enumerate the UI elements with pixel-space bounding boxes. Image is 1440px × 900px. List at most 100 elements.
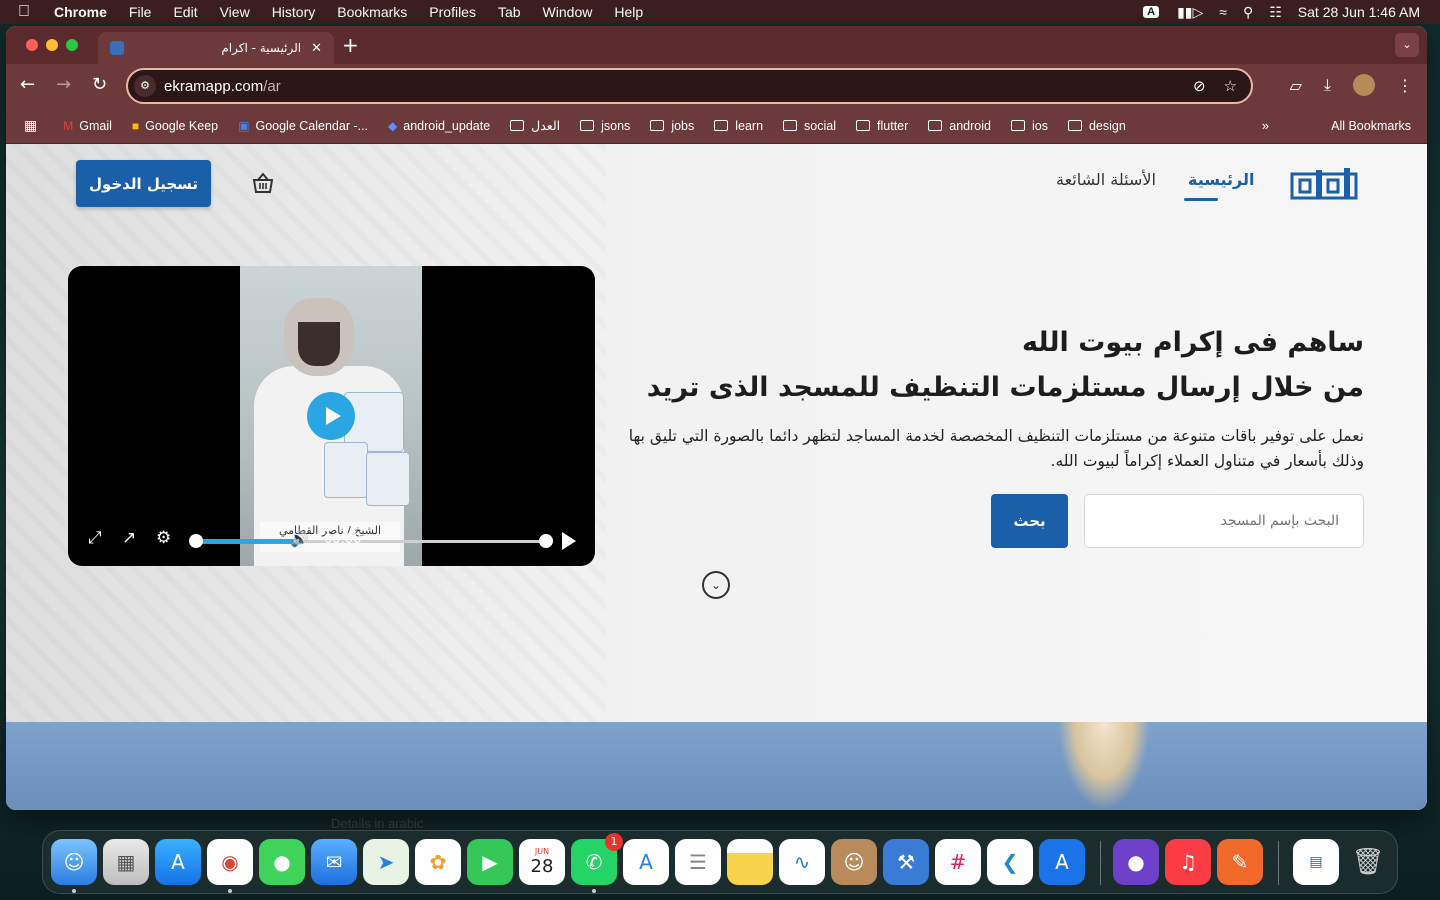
slack-icon[interactable]: # <box>935 839 981 885</box>
scroll-down-icon[interactable]: ⌄ <box>702 571 730 599</box>
minaret-image <box>1058 722 1150 810</box>
menu-profiles[interactable]: Profiles <box>429 4 476 20</box>
contacts-icon[interactable]: ☺ <box>831 839 877 885</box>
github-desktop-icon[interactable]: ● <box>1113 839 1159 885</box>
ekram-app-icon[interactable]: ▤ <box>1293 839 1339 885</box>
photos-icon[interactable]: ✿ <box>415 839 461 885</box>
video-play-overlay-button[interactable] <box>307 392 355 440</box>
menubar-clock[interactable]: Sat 28 Jun 1:46 AM <box>1298 4 1420 20</box>
tab-search-chevron-icon[interactable]: ⌄ <box>1395 33 1419 57</box>
video-player[interactable]: الشيخ / ناصر القطامي ⤢ ↗ ⚙ 🔊 00:00 <box>68 266 595 566</box>
vscode-icon[interactable]: ❮ <box>987 839 1033 885</box>
window-controls <box>26 39 86 51</box>
menu-history[interactable]: History <box>272 4 316 20</box>
simulator-icon[interactable]: A <box>1039 839 1085 885</box>
url-text[interactable]: ekramapp.com/ar <box>164 78 281 95</box>
open-external-icon[interactable]: ↗ <box>122 528 136 548</box>
all-bookmarks-button[interactable]: All Bookmarks <box>1331 119 1411 133</box>
wifi-icon[interactable]: ≈ <box>1219 4 1227 20</box>
close-window-button[interactable] <box>26 39 38 51</box>
volume-icon[interactable]: 🔊 <box>290 530 309 548</box>
control-center-icon[interactable]: ☷ <box>1269 4 1282 21</box>
bookmark-folder-jsons[interactable]: jsons <box>580 119 630 133</box>
fullscreen-icon[interactable]: ⤢ <box>88 528 102 548</box>
notes-icon[interactable] <box>727 839 773 885</box>
tab-close-icon[interactable]: ✕ <box>311 41 322 56</box>
back-arrow-icon[interactable]: ← <box>20 74 35 95</box>
folder-icon <box>650 120 665 131</box>
menu-bookmarks[interactable]: Bookmarks <box>337 4 407 20</box>
menu-file[interactable]: File <box>129 4 152 20</box>
apple-menu-icon[interactable]:  <box>18 3 36 21</box>
bookmark-folder-design[interactable]: design <box>1067 119 1126 133</box>
xcode-instruments-icon[interactable]: A <box>623 839 669 885</box>
login-button[interactable]: تسجيل الدخول <box>76 160 211 207</box>
menu-tab[interactable]: Tab <box>498 4 521 20</box>
freeform-icon[interactable]: ∿ <box>779 839 825 885</box>
maps-icon[interactable]: ➤ <box>363 839 409 885</box>
chrome-icon[interactable]: ◉ <box>207 839 253 885</box>
ekram-logo[interactable] <box>1290 166 1358 204</box>
chrome-menu-icon[interactable]: ⋮ <box>1397 76 1413 95</box>
facetime-icon[interactable]: ▶ <box>467 839 513 885</box>
whatsapp-icon[interactable]: ✆ 1 <box>571 833 623 885</box>
apps-grid-icon[interactable]: ▦ <box>24 117 37 134</box>
new-tab-plus-icon[interactable]: + <box>342 33 359 57</box>
nav-home-link[interactable]: الرئيسية <box>1188 170 1255 189</box>
menu-help[interactable]: Help <box>614 4 643 20</box>
site-info-icon[interactable]: ⚙ <box>134 75 156 97</box>
music-icon[interactable]: ♫ <box>1165 839 1211 885</box>
bookmark-google-calendar[interactable]: ▣ Google Calendar -... <box>238 119 368 133</box>
active-tab[interactable]: الرئيسية - اكرام ✕ <box>98 32 334 64</box>
calendar-icon: ▣ <box>238 118 250 133</box>
url-host: ekramapp.com <box>164 77 264 95</box>
menu-app-name[interactable]: Chrome <box>54 4 107 20</box>
play-icon[interactable] <box>562 532 576 550</box>
reload-icon[interactable]: ↻ <box>92 74 107 95</box>
bookmark-gmail[interactable]: M Gmail <box>63 119 112 133</box>
bookmark-folder-adl[interactable]: العدل <box>510 118 560 133</box>
battery-icon[interactable]: ▮▮▷ <box>1177 4 1203 21</box>
messages-icon[interactable]: ● <box>259 839 305 885</box>
eye-off-icon[interactable]: ⊘ <box>1193 77 1206 95</box>
forward-arrow-icon[interactable]: → <box>56 74 71 95</box>
bookmark-star-icon[interactable]: ☆ <box>1224 77 1237 95</box>
bookmark-folder-learn[interactable]: learn <box>714 119 763 133</box>
bookmark-folder-social[interactable]: social <box>783 119 836 133</box>
bookmark-google-keep[interactable]: ■ Google Keep <box>132 119 218 133</box>
basket-icon[interactable] <box>251 172 275 194</box>
profile-avatar[interactable] <box>1353 74 1375 96</box>
app-store-icon[interactable]: A <box>155 839 201 885</box>
bookmark-folder-jobs[interactable]: jobs <box>650 119 694 133</box>
download-icon[interactable]: ⤓ <box>1324 75 1331 95</box>
pencil-app-icon[interactable]: ✎ <box>1217 839 1263 885</box>
extensions-puzzle-icon[interactable]: ▱ <box>1290 76 1302 95</box>
finder-icon[interactable]: ☺ <box>51 839 97 885</box>
spotlight-search-icon[interactable]: ⚲ <box>1243 4 1253 21</box>
xcode-icon[interactable]: ⚒ <box>883 839 929 885</box>
input-source-badge[interactable]: A <box>1143 6 1160 18</box>
launchpad-icon[interactable]: ▦ <box>103 839 149 885</box>
mosque-search-input[interactable] <box>1084 494 1364 548</box>
menu-edit[interactable]: Edit <box>173 4 197 20</box>
bookmark-android-update[interactable]: ◆ android_update <box>388 119 490 133</box>
bookmarks-overflow-icon[interactable]: » <box>1262 118 1269 133</box>
address-bar[interactable]: ⚙ ekramapp.com/ar ⊘ ☆ <box>126 68 1253 104</box>
reminders-icon[interactable]: ☰ <box>675 839 721 885</box>
menu-view[interactable]: View <box>220 4 250 20</box>
trash-icon[interactable]: 🗑 <box>1345 839 1391 885</box>
volume-knob[interactable] <box>539 534 553 548</box>
search-button[interactable]: بحث <box>991 494 1068 548</box>
web-page: تسجيل الدخول الأسئلة الشائعة الرئيسية ال… <box>6 144 1427 810</box>
mail-icon[interactable]: ✉ <box>311 839 357 885</box>
calendar-icon[interactable]: JUN 28 <box>519 839 565 885</box>
bookmark-folder-android[interactable]: android <box>928 119 991 133</box>
minimize-window-button[interactable] <box>46 39 58 51</box>
bookmark-folder-ios[interactable]: ios <box>1010 119 1048 133</box>
nav-faq-link[interactable]: الأسئلة الشائعة <box>1056 170 1156 189</box>
menu-window[interactable]: Window <box>543 4 593 20</box>
progress-start-knob[interactable] <box>189 534 203 548</box>
zoom-window-button[interactable] <box>66 39 78 51</box>
settings-gear-icon[interactable]: ⚙ <box>156 528 171 548</box>
bookmark-folder-flutter[interactable]: flutter <box>856 119 908 133</box>
